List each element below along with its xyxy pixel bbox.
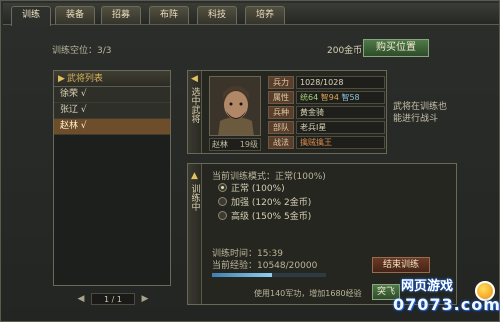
radio-selected-icon[interactable] [218,183,227,192]
attr-key: 属性 [268,91,294,104]
tab-training[interactable]: 训练 [11,6,51,26]
attr-value: 老兵Ⅰ星 [296,121,385,134]
attr-value: 统64 智94 智58 [296,91,385,104]
attr-troops: 兵力 1028/1028 [268,76,385,89]
next-page-icon[interactable]: ▶ [139,293,151,305]
general-name: 赵林 [212,140,228,149]
stat-intelligence: 智94 [320,93,339,102]
list-item[interactable]: 张辽 √ [54,103,170,119]
training-slots-label: 训练空位：3/3 [52,46,112,56]
mode-option-label: 加强 (120% 2金币) [231,198,312,208]
triangle-icon: ▲ [191,171,198,181]
attr-value: 黄金骑 [296,106,385,119]
triangle-icon: ▶ [58,74,65,84]
tab-bar: 训练 装备 招募 布阵 科技 培养 [3,3,499,26]
exp-progress-fill [212,273,273,277]
exp-progress-bar [212,273,326,277]
gold-cost: 200金币 [327,46,363,56]
training-status-note: 武将在训练也能进行战斗 [393,102,448,124]
attr-key: 战法 [268,136,294,149]
selected-general-panel: ◀ 选中武将 赵林 19级 兵力 1028/1028 属性 统64 智94 智5… [187,70,387,154]
attr-unit-type: 兵种 黄金骑 [268,106,385,119]
mode-option-advanced[interactable]: 高级 (150% 5金币) [218,211,311,223]
general-level: 19级 [239,140,258,149]
attr-stats: 属性 统64 智94 智58 [268,91,385,104]
training-window: 训练 装备 招募 布阵 科技 培养 训练空位：3/3 200金币 购买位置 ▶ 武… [0,0,500,322]
attr-key: 部队 [268,121,294,134]
general-list-title: 武将列表 [66,74,103,84]
page-number: 1 / 1 [91,293,135,305]
tab-cultivate[interactable]: 培养 [245,6,285,24]
buy-slot-button[interactable]: 购买位置 [363,39,429,57]
attr-tactic: 战法 擒贼擒王 [268,136,385,149]
stat-command: 统64 [300,93,319,102]
mode-option-enhanced[interactable]: 加强 (120% 2金币) [218,197,311,209]
mode-option-label: 正常 (100%) [231,184,285,194]
general-name-bar: 赵林 19级 [209,138,261,151]
attr-key: 兵力 [268,76,294,89]
training-mode-title: 当前训练模式：正常(100%) [212,172,326,182]
site-watermark: 网页游戏 07073.com [389,273,500,321]
attr-army: 部队 老兵Ⅰ星 [268,121,385,134]
attr-value: 1028/1028 [296,76,385,89]
triangle-icon: ◀ [191,74,198,84]
tab-formation[interactable]: 布阵 [149,6,189,24]
tab-recruit[interactable]: 招募 [101,6,141,24]
radio-icon[interactable] [218,211,227,220]
training-tab-label: 训练中 [189,184,200,211]
pagination: ◀ 1 / 1 ▶ [75,293,155,305]
training-exp: 当前经验：10548/20000 [212,261,318,271]
radio-icon[interactable] [218,197,227,206]
attr-value: 擒贼擒王 [296,136,385,149]
warrior-portrait-icon [210,77,260,135]
stat-politics: 智58 [341,93,360,102]
general-portrait [209,76,261,136]
attr-key: 兵种 [268,106,294,119]
prev-page-icon[interactable]: ◀ [75,293,87,305]
merit-cost-note: 使用140军功，增加1680经验 [254,289,362,298]
watermark-line2: 07073.com [393,295,500,314]
mode-option-label: 高级 (150% 5金币) [231,212,312,222]
mode-option-normal[interactable]: 正常 (100%) [218,183,285,195]
watermark-line1: 网页游戏 [401,279,454,294]
tab-technology[interactable]: 科技 [197,6,237,24]
list-item[interactable]: 徐荣 √ [54,87,170,103]
general-list: ▶ 武将列表 徐荣 √ 张辽 √ 赵林 √ [53,70,171,286]
list-item[interactable]: 赵林 √ [54,119,170,135]
selected-general-tab-label: 选中武将 [189,87,200,123]
end-training-button[interactable]: 结束训练 [372,257,430,273]
training-tab: ▲ 训练中 [188,164,202,304]
tab-equipment[interactable]: 装备 [55,6,95,24]
selected-general-tab: ◀ 选中武将 [188,71,202,153]
general-list-header: ▶ 武将列表 [54,71,170,87]
